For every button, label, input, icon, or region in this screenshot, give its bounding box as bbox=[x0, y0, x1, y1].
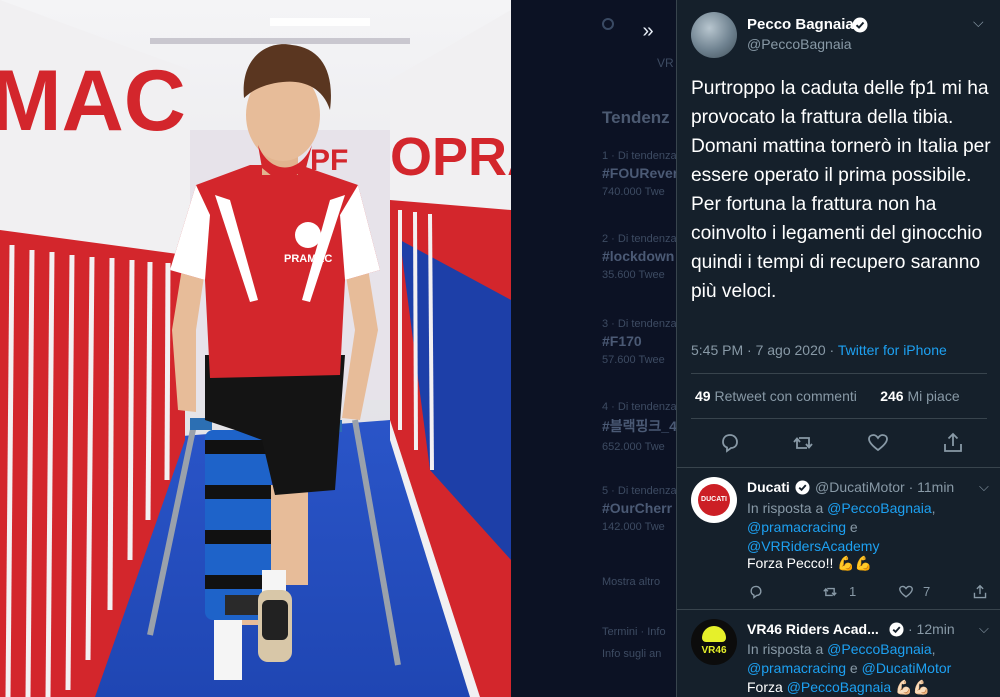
trends-heading: Tendenz bbox=[602, 108, 670, 127]
reply-text: Forza @PeccoBagnaia 💪🏻💪🏻 bbox=[747, 679, 930, 696]
footer-links: Termini · Info bbox=[602, 626, 666, 638]
chevron-down-icon[interactable]: ⌵ bbox=[979, 479, 989, 495]
tweet-text: Purtroppo la caduta delle fp1 mi ha prov… bbox=[691, 78, 991, 302]
verified-badge-icon bbox=[852, 17, 868, 33]
background-tag: VR bbox=[657, 56, 674, 70]
like-icon[interactable] bbox=[865, 430, 891, 456]
reply-icon[interactable] bbox=[747, 583, 765, 601]
collapse-panel-button[interactable]: » bbox=[632, 16, 664, 48]
reply-text-suffix: 💪🏻💪🏻 bbox=[891, 679, 930, 695]
tweet-photo[interactable]: MAC OPRA PF bbox=[0, 0, 511, 697]
wall-text-right: OPRA bbox=[390, 127, 511, 187]
trend-count: 57.600 Twee bbox=[602, 354, 665, 366]
jersey-text: PRAMAC bbox=[284, 253, 332, 265]
retweet-icon[interactable] bbox=[790, 430, 816, 456]
author-handle[interactable]: @PeccoBagnaia bbox=[747, 36, 852, 52]
verified-badge-icon bbox=[889, 622, 904, 637]
background-trends-panel: VR Tendenz 1 · Di tendenza #FOURever 740… bbox=[585, 0, 676, 697]
chevron-down-icon[interactable]: ⌵ bbox=[979, 621, 989, 637]
mention-link[interactable]: @pramacracing bbox=[747, 519, 846, 535]
trend-name: #F170 bbox=[602, 333, 642, 349]
mention-link[interactable]: @DucatiMotor bbox=[862, 660, 952, 676]
reply-context: In risposta a @PeccoBagnaia, bbox=[747, 500, 936, 516]
trend-item: 5 · Di tendenza #OurCherr 142.000 Twe bbox=[602, 485, 676, 533]
reply-tweet[interactable]: DUCATI Ducati @DucatiMotor · 11min ⌵ In … bbox=[677, 467, 1000, 609]
verified-badge-icon bbox=[795, 480, 810, 495]
wall-text-left: MAC bbox=[0, 53, 186, 149]
retweets-stat[interactable]: 49 Retweet con commenti bbox=[695, 388, 857, 404]
reply-icon[interactable] bbox=[717, 430, 743, 456]
trend-item: 1 · Di tendenza #FOURever 740.000 Twe bbox=[602, 150, 676, 198]
mention-link[interactable]: @pramacracing bbox=[747, 660, 846, 676]
trend-meta: 2 · Di tendenza bbox=[602, 233, 676, 245]
search-icon bbox=[602, 18, 614, 30]
like-icon[interactable] bbox=[897, 583, 915, 601]
reply-prefix: In risposta a bbox=[747, 500, 828, 516]
vr46-logo: VR46 bbox=[701, 645, 727, 656]
tweet-detail-panel: Pecco Bagnaia @PeccoBagnaia ⌵ Purtroppo … bbox=[676, 0, 1000, 697]
footer-links: Info sugli an bbox=[602, 648, 662, 660]
tweet-source-link[interactable]: Twitter for iPhone bbox=[838, 342, 947, 358]
trend-count: 652.000 Twe bbox=[602, 441, 665, 453]
photo-illustration: MAC OPRA PF bbox=[0, 0, 511, 697]
helmet-shape bbox=[702, 626, 726, 642]
trend-meta: 5 · Di tendenza bbox=[602, 485, 676, 497]
divider bbox=[691, 418, 987, 419]
ducati-logo: DUCATI bbox=[698, 484, 730, 516]
mention-link[interactable]: @VRRidersAcademy bbox=[747, 538, 879, 554]
reply-text: Forza Pecco!! 💪💪 bbox=[747, 555, 873, 571]
reply-context: @pramacracing e @DucatiMotor bbox=[747, 659, 951, 678]
trend-name: #OurCherr bbox=[602, 500, 673, 516]
mention-link[interactable]: @PeccoBagnaia bbox=[827, 500, 932, 516]
mention-link[interactable]: @PeccoBagnaia bbox=[787, 679, 892, 695]
reply-text-prefix: Forza bbox=[747, 679, 787, 695]
trend-count: 142.000 Twe bbox=[602, 521, 665, 533]
reply-avatar[interactable]: DUCATI bbox=[691, 477, 737, 523]
reply-tweet[interactable]: VR46 VR46 Riders Acad... · 12min ⌵ In ri… bbox=[677, 609, 1000, 697]
reply-handle[interactable]: · 12min bbox=[908, 621, 955, 637]
likes-count: 246 bbox=[880, 388, 904, 404]
share-icon[interactable] bbox=[940, 430, 966, 456]
tweet-timestamp: 5:45 PM · 7 ago 2020 · Twitter for iPhon… bbox=[691, 342, 947, 358]
author-avatar[interactable] bbox=[691, 12, 737, 58]
trend-meta: 3 · Di tendenza bbox=[602, 318, 676, 330]
tweet-stats: 49 Retweet con commenti 246 Mi piace bbox=[695, 388, 960, 404]
reply-prefix: In risposta a bbox=[747, 641, 828, 657]
reply-and: e bbox=[846, 660, 862, 676]
trend-meta: 4 · Di tendenza bbox=[602, 401, 676, 413]
reply-context: @pramacracing e bbox=[747, 518, 858, 537]
divider bbox=[691, 373, 987, 374]
likes-stat[interactable]: 246 Mi piace bbox=[880, 388, 959, 404]
reply-and: e bbox=[846, 519, 858, 535]
retweet-count: 1 bbox=[849, 584, 857, 599]
mention-link[interactable]: @PeccoBagnaia bbox=[827, 641, 932, 657]
tweet-actions bbox=[677, 430, 1000, 458]
like-count: 7 bbox=[923, 584, 931, 599]
reply-handle[interactable]: @DucatiMotor · 11min bbox=[815, 479, 954, 495]
retweet-icon[interactable] bbox=[821, 583, 839, 601]
retweets-count: 49 bbox=[695, 388, 711, 404]
trend-meta: 1 · Di tendenza bbox=[602, 150, 676, 162]
chevron-down-icon[interactable]: ⌵ bbox=[973, 14, 984, 31]
reply-author-name[interactable]: VR46 Riders Acad... bbox=[747, 621, 879, 637]
trend-name: #FOURever bbox=[602, 165, 676, 181]
retweets-label: Retweet con commenti bbox=[714, 388, 857, 404]
reply-avatar[interactable]: VR46 bbox=[691, 619, 737, 665]
tweet-time[interactable]: 5:45 PM · 7 ago 2020 · bbox=[691, 342, 838, 358]
author-name[interactable]: Pecco Bagnaia bbox=[747, 16, 854, 33]
reply-author-name[interactable]: Ducati bbox=[747, 479, 790, 495]
trend-name: #lockdown bbox=[602, 248, 675, 264]
trend-item: 3 · Di tendenza #F170 57.600 Twee bbox=[602, 318, 676, 366]
show-more-link: Mostra altro bbox=[602, 576, 661, 588]
trend-count: 35.600 Twee bbox=[602, 269, 665, 281]
trend-item: 4 · Di tendenza #블랙핑크_4 652.000 Twe bbox=[602, 401, 676, 453]
share-icon[interactable] bbox=[971, 583, 989, 601]
chevron-double-right-icon: » bbox=[642, 20, 654, 42]
trend-count: 740.000 Twe bbox=[602, 186, 665, 198]
trend-item: 2 · Di tendenza #lockdown 35.600 Twee bbox=[602, 233, 676, 281]
likes-label: Mi piace bbox=[907, 388, 960, 404]
trend-name: #블랙핑크_4 bbox=[602, 418, 676, 434]
reply-context: @VRRidersAcademy bbox=[747, 537, 879, 556]
reply-context: In risposta a @PeccoBagnaia, bbox=[747, 641, 936, 657]
